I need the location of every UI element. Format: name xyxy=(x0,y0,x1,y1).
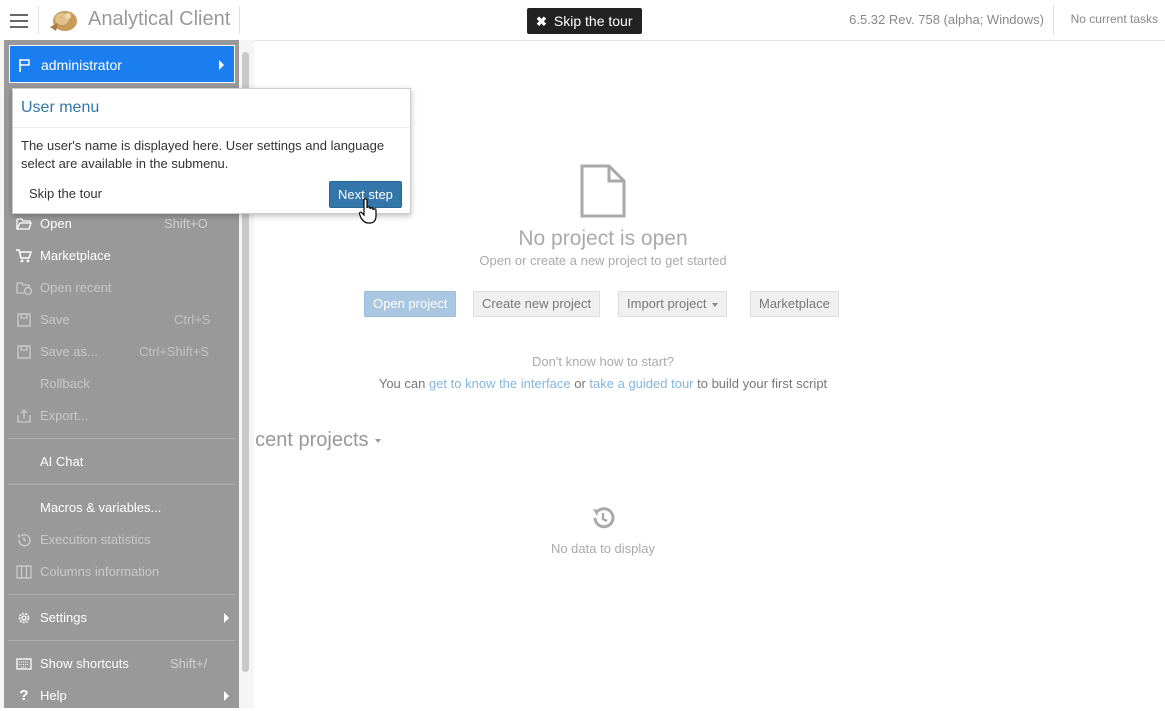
dont-know-text: Don't know how to start? xyxy=(532,354,674,369)
app-logo-icon xyxy=(50,11,77,31)
empty-state-title: No project is open xyxy=(518,227,688,250)
menu-item-label: AI Chat xyxy=(40,454,84,469)
menu-item-label: Save as... xyxy=(40,344,98,359)
create-project-button[interactable]: Create new project xyxy=(473,291,601,317)
skip-tour-label: Skip the tour xyxy=(553,13,633,29)
open-project-button[interactable]: Open project xyxy=(364,291,457,317)
gear-icon xyxy=(18,612,30,624)
cart-icon xyxy=(16,249,32,263)
menu-item-label: Export... xyxy=(40,408,89,423)
menu-item-settings[interactable]: Settings xyxy=(4,603,239,633)
marketplace-button[interactable]: Marketplace xyxy=(750,291,839,317)
menu-item-marketplace[interactable]: Marketplace xyxy=(4,241,239,271)
menu-item-label: Columns information xyxy=(40,564,160,579)
skip-tour-button[interactable]: ✖ Skip the tour xyxy=(527,8,642,34)
menu-item-shortcut: Shift+/ xyxy=(170,656,208,671)
menu-item-execution-statistics[interactable]: Execution statistics xyxy=(4,525,239,555)
menu-item-open-recent[interactable]: Open recent xyxy=(4,273,239,303)
menu-item-help[interactable]: ? Help xyxy=(4,681,239,711)
menu-item-label: Rollback xyxy=(40,376,90,391)
menu-item-save[interactable]: Save Ctrl+S xyxy=(4,305,239,335)
floppy-icon xyxy=(17,313,31,327)
import-project-label: Import project xyxy=(627,296,707,311)
menu-item-label: Help xyxy=(40,688,67,703)
menu-item-show-shortcuts[interactable]: Show shortcuts Shift+/ xyxy=(4,649,239,679)
history-icon xyxy=(18,534,31,547)
columns-icon xyxy=(16,565,32,579)
menu-item-label: Show shortcuts xyxy=(40,656,129,671)
menu-item-columns-information[interactable]: Columns information xyxy=(4,557,239,587)
menu-item-label: Marketplace xyxy=(40,248,111,263)
menu-item-label: Settings xyxy=(40,610,87,625)
menu-item-ai-chat[interactable]: AI Chat xyxy=(4,447,239,477)
menu-divider xyxy=(8,594,235,595)
menu-item-save-as[interactable]: Save as... Ctrl+Shift+S xyxy=(4,337,239,367)
flag-icon xyxy=(19,59,30,72)
menu-item-label: Open recent xyxy=(40,280,112,295)
guided-tour-link[interactable]: take a guided tour xyxy=(589,376,693,391)
chevron-down-icon xyxy=(712,302,719,307)
hamburger-menu-icon[interactable] xyxy=(8,10,30,30)
folder-open-icon xyxy=(16,218,32,230)
divider xyxy=(1053,6,1054,34)
divider xyxy=(38,6,39,34)
open-recent-icon xyxy=(16,282,32,295)
floppy-icon xyxy=(17,345,31,359)
version-label: 6.5.32 Rev. 758 (alpha; Windows) xyxy=(849,12,1044,27)
menu-item-shortcut: Ctrl+S xyxy=(174,312,211,327)
menu-divider xyxy=(8,640,235,641)
tour-popover: User menu The user's name is displayed h… xyxy=(12,88,411,214)
export-icon xyxy=(17,409,31,423)
empty-state-subtitle: Open or create a new project to get star… xyxy=(479,253,727,268)
chevron-down-icon xyxy=(374,438,381,443)
app-title: Analytical Client xyxy=(88,8,231,30)
menu-item-rollback[interactable]: Rollback xyxy=(4,369,239,399)
import-project-button[interactable]: Import project xyxy=(618,291,728,317)
question-icon: ? xyxy=(19,687,29,704)
menu-divider xyxy=(8,484,235,485)
menu-item-export[interactable]: Export... xyxy=(4,401,239,431)
user-name: administrator xyxy=(41,57,122,73)
help-mid: or xyxy=(570,376,590,391)
history-icon xyxy=(593,507,615,529)
interface-link[interactable]: get to know the interface xyxy=(429,376,571,391)
chevron-right-icon xyxy=(224,613,229,623)
recent-projects-title[interactable]: ecent projects xyxy=(244,429,381,452)
menu-divider xyxy=(8,438,235,439)
menu-item-label: Execution statistics xyxy=(40,532,151,547)
tour-body: The user's name is displayed here. User … xyxy=(21,138,385,171)
close-icon: ✖ xyxy=(536,14,547,29)
hand-cursor-icon xyxy=(359,198,377,224)
user-menu-item[interactable]: administrator xyxy=(9,45,235,83)
divider xyxy=(239,6,240,34)
top-bar: Analytical Client ✖ Skip the tour 6.5.32 … xyxy=(0,0,1165,41)
chevron-right-icon xyxy=(219,60,224,70)
tasks-status[interactable]: No current tasks xyxy=(1071,12,1158,26)
chevron-right-icon xyxy=(224,691,229,701)
tour-skip-link[interactable]: Skip the tour xyxy=(29,186,102,201)
keyboard-icon xyxy=(16,658,32,670)
recent-projects-label: ecent projects xyxy=(244,429,369,451)
help-suffix: to build your first script xyxy=(693,376,828,391)
help-line: You can get to know the interface or tak… xyxy=(300,376,906,391)
menu-item-label: Macros & variables... xyxy=(40,500,162,515)
no-data-text: No data to display xyxy=(550,541,656,556)
help-prefix: You can xyxy=(378,376,429,391)
tour-title: User menu xyxy=(21,99,100,116)
menu-item-shortcut: Ctrl+Shift+S xyxy=(139,344,210,359)
document-icon xyxy=(580,164,626,218)
menu-item-label: Save xyxy=(40,312,70,327)
menu-item-macros[interactable]: Macros & variables... xyxy=(4,493,239,523)
tour-divider xyxy=(13,127,410,128)
